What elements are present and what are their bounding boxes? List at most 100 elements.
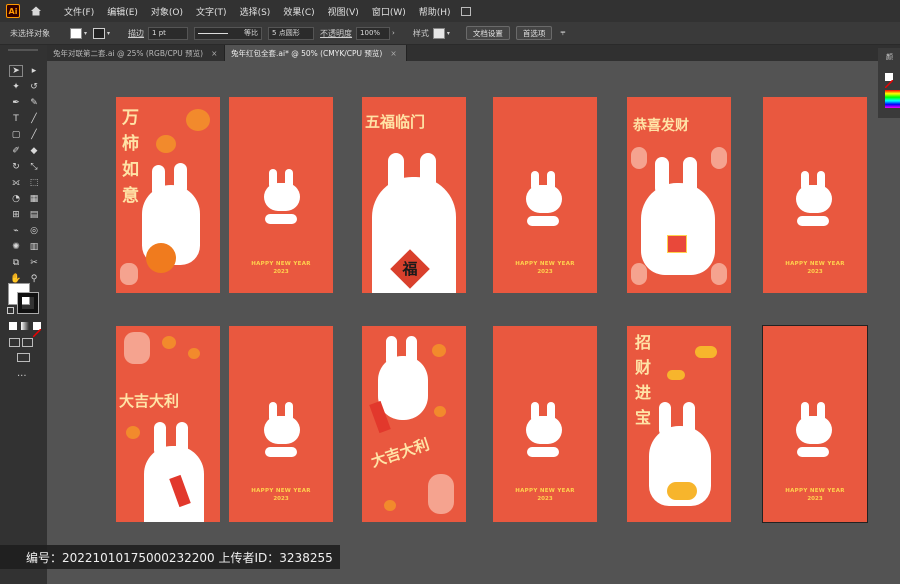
fill-swatch[interactable]: [70, 27, 82, 39]
preferences-button[interactable]: 首选项: [515, 26, 553, 40]
rabbit-ear: [152, 165, 165, 197]
magic-wand-tool-icon[interactable]: ✦: [9, 81, 23, 93]
none-swatch-icon[interactable]: [884, 73, 894, 89]
rabbit-ear: [388, 153, 404, 195]
brush-label: 5 点圆形: [272, 29, 300, 37]
direct-selection-tool-icon[interactable]: ▸: [27, 65, 41, 77]
variable-width-profile[interactable]: 等比: [194, 26, 263, 40]
menu-select[interactable]: 选择(S): [240, 5, 271, 18]
profile-line: [198, 32, 229, 34]
stroke-weight-field[interactable]: 1 pt: [148, 26, 189, 40]
chevron-right-icon[interactable]: ›: [392, 29, 395, 37]
menu-window[interactable]: 窗口(W): [372, 5, 406, 18]
mandarin: [188, 348, 200, 359]
menu-view[interactable]: 视图(V): [328, 5, 359, 18]
menu-object[interactable]: 对象(O): [151, 5, 183, 18]
symbol-sprayer-tool-icon[interactable]: ✺: [9, 241, 23, 253]
shape-builder-tool-icon[interactable]: ◔: [9, 193, 23, 205]
paintbrush-tool-icon[interactable]: ╱: [27, 129, 41, 141]
document-setup-button[interactable]: 文档设置: [465, 26, 510, 40]
mesh-tool-icon[interactable]: ⊞: [9, 209, 23, 221]
chevron-down-icon[interactable]: ▾: [447, 30, 450, 37]
rotate-tool-icon[interactable]: ↻: [9, 161, 23, 173]
width-tool-icon[interactable]: ⟗: [9, 177, 23, 189]
screen-mode-icon[interactable]: [17, 353, 30, 362]
shaper-tool-icon[interactable]: ✐: [9, 145, 23, 157]
eyedropper-tool-icon[interactable]: ⌁: [9, 225, 23, 237]
tab-document-2[interactable]: 兔年红包全套.ai* @ 50% (CMYK/CPU 预览) ×: [225, 45, 407, 61]
column-graph-tool-icon[interactable]: ▥: [27, 241, 41, 253]
line-tool-icon[interactable]: ╱: [27, 113, 41, 125]
home-icon[interactable]: [30, 5, 42, 17]
menu-help[interactable]: 帮助(H): [419, 5, 451, 18]
artboard-11[interactable]: 招财进宝: [627, 326, 731, 522]
artboard-8[interactable]: HAPPY NEW YEAR 2023: [229, 326, 333, 522]
rabbit-ear: [655, 157, 669, 195]
opacity-label[interactable]: 不透明度: [320, 28, 352, 39]
year-text: 2023: [537, 496, 553, 502]
artboard-6[interactable]: HAPPY NEW YEAR 2023: [763, 97, 867, 293]
artboard-5[interactable]: 恭喜发财: [627, 97, 731, 293]
artboard-7[interactable]: 大吉大利: [116, 326, 220, 522]
stroke-color-swatch[interactable]: [17, 292, 39, 314]
artboard-1[interactable]: 万柿如意: [116, 97, 220, 293]
slice-tool-icon[interactable]: ✂: [27, 257, 41, 269]
type-tool-icon[interactable]: T: [9, 113, 23, 125]
arrange-icon[interactable]: ⫧: [560, 28, 565, 38]
color-mode-none-icon[interactable]: [32, 322, 42, 338]
close-icon[interactable]: ×: [211, 49, 217, 58]
panel-title[interactable]: 颜: [886, 52, 893, 62]
artboard-3[interactable]: 五福临门 福: [362, 97, 466, 293]
default-colors-icon[interactable]: [7, 307, 14, 314]
year-text: 2023: [807, 269, 823, 275]
artboard-4[interactable]: HAPPY NEW YEAR 2023: [493, 97, 597, 293]
rabbit: [378, 356, 428, 420]
selection-tool-icon[interactable]: ➤: [9, 65, 23, 77]
eraser-tool-icon[interactable]: ◆: [27, 145, 41, 157]
menu-file[interactable]: 文件(F): [64, 5, 94, 18]
stroke-swatch[interactable]: [93, 27, 106, 39]
panel-grip[interactable]: [8, 49, 38, 51]
color-mode-gradient-icon[interactable]: [21, 322, 29, 330]
lasso-tool-icon[interactable]: ↺: [27, 81, 41, 93]
artboard-tool-icon[interactable]: ⧉: [9, 257, 23, 269]
mandarin: [162, 336, 176, 349]
year-text: 2023: [537, 269, 553, 275]
workspace-grid-icon[interactable]: [460, 6, 471, 16]
happy-new-year-text: HAPPY NEW YEAR: [785, 488, 845, 494]
menu-type[interactable]: 文字(T): [196, 5, 227, 18]
rectangle-tool-icon[interactable]: ▢: [9, 129, 23, 141]
menu-effect[interactable]: 效果(C): [283, 5, 314, 18]
artboard-10[interactable]: HAPPY NEW YEAR 2023: [493, 326, 597, 522]
artboard-title: 大吉大利: [119, 392, 180, 410]
style-swatch[interactable]: [432, 27, 445, 39]
stroke-weight-value: 1 pt: [152, 29, 166, 37]
perspective-grid-tool-icon[interactable]: ▦: [27, 193, 41, 205]
mandarin: [384, 500, 396, 511]
menu-edit[interactable]: 编辑(E): [107, 5, 138, 18]
draw-mode-icon[interactable]: [9, 338, 20, 347]
curvature-tool-icon[interactable]: ✎: [27, 97, 41, 109]
tab-document-1[interactable]: 兔年对联第二套.ai @ 25% (RGB/CPU 预览) ×: [47, 45, 225, 61]
canvas[interactable]: 万柿如意 HAPPY NEW YEAR 2023 五福临门 福 HAPPY NE…: [47, 61, 878, 584]
close-icon[interactable]: ×: [390, 49, 396, 58]
happy-new-year-text: HAPPY NEW YEAR: [251, 261, 311, 267]
brush-definition[interactable]: 5 点圆形: [268, 26, 315, 40]
free-transform-tool-icon[interactable]: ⬚: [27, 177, 41, 189]
blend-tool-icon[interactable]: ◎: [27, 225, 41, 237]
chevron-down-icon[interactable]: ▾: [84, 30, 87, 37]
artboard-12[interactable]: HAPPY NEW YEAR 2023: [762, 325, 868, 523]
gradient-tool-icon[interactable]: ▤: [27, 209, 41, 221]
color-mode-fill-icon[interactable]: [9, 322, 17, 330]
more-tools-icon[interactable]: ···: [17, 371, 27, 382]
scale-tool-icon[interactable]: ⤡: [27, 161, 41, 173]
artboard-9[interactable]: 大吉大利: [362, 326, 466, 522]
opacity-field[interactable]: 100%: [356, 26, 391, 40]
stroke-label[interactable]: 描边: [128, 28, 144, 39]
color-spectrum[interactable]: [885, 90, 900, 108]
artboard-2[interactable]: HAPPY NEW YEAR 2023: [229, 97, 333, 293]
year-text: 2023: [273, 269, 289, 275]
draw-inside-icon[interactable]: [22, 338, 33, 347]
pen-tool-icon[interactable]: ✒: [9, 97, 23, 109]
chevron-down-icon[interactable]: ▾: [107, 30, 110, 37]
